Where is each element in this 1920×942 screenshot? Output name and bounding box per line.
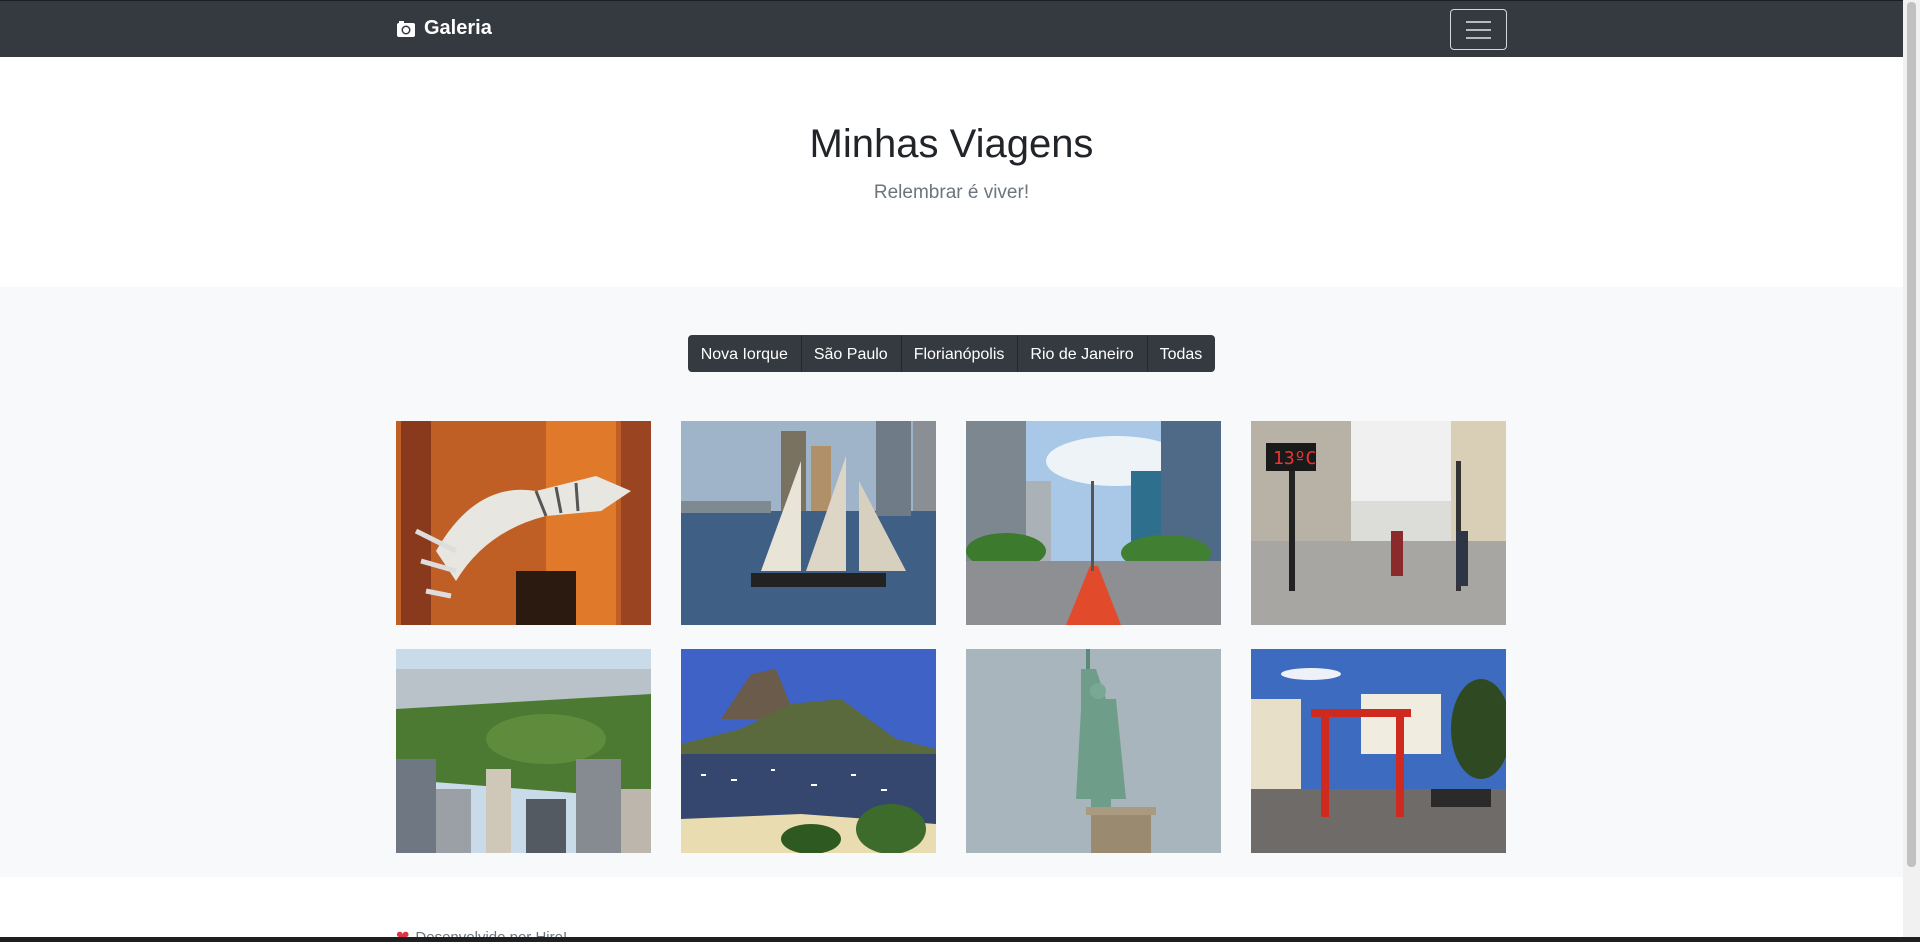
dinosaur-skeleton-photo[interactable] <box>396 421 651 625</box>
footer-text: Desenvolvido por Hiro! <box>415 928 568 938</box>
filter-rio-de-janeiro-button[interactable]: Rio de Janeiro <box>1017 335 1147 372</box>
brand-link[interactable]: Galeria <box>396 17 492 40</box>
hero: Minhas Viagens Relembrar é viver! <box>0 57 1903 287</box>
album: Nova Iorque São Paulo Florianópolis Rio … <box>0 287 1903 877</box>
filter-button-group: Nova Iorque São Paulo Florianópolis Rio … <box>0 335 1903 372</box>
filter-nova-iorque-button[interactable]: Nova Iorque <box>687 335 801 372</box>
central-park-photo[interactable] <box>396 649 651 853</box>
svg-text:13ºC: 13ºC <box>1273 448 1316 469</box>
page-title: Minhas Viagens <box>809 122 1094 166</box>
footer: ❤ Desenvolvido por Hiro! <box>0 877 1903 937</box>
heart-icon: ❤ <box>396 927 409 937</box>
brand-label: Galeria <box>424 17 492 39</box>
statue-of-liberty-photo[interactable] <box>966 649 1221 853</box>
navbar: Galeria <box>0 0 1903 57</box>
filter-florianopolis-button[interactable]: Florianópolis <box>900 335 1018 372</box>
camera-icon <box>397 20 415 37</box>
scrollbar[interactable] <box>1903 0 1920 937</box>
sailboat-photo[interactable] <box>681 421 936 625</box>
page-subtitle: Relembrar é viver! <box>873 182 1030 203</box>
street-thermometer-photo[interactable]: 13ºC <box>1251 421 1506 625</box>
navbar-toggler-button[interactable] <box>1450 9 1507 50</box>
avenue-bike-lane-photo[interactable] <box>966 421 1221 625</box>
hamburger-icon <box>1466 21 1491 23</box>
sugarloaf-mountain-photo[interactable] <box>681 649 936 853</box>
scrollbar-thumb[interactable] <box>1907 2 1916 867</box>
photo-grid: 13ºC <box>396 421 1508 853</box>
filter-todas-button[interactable]: Todas <box>1146 335 1216 372</box>
red-torii-street-photo[interactable] <box>1251 649 1506 853</box>
filter-sao-paulo-button[interactable]: São Paulo <box>800 335 901 372</box>
page: Galeria Minhas Viagens Relembrar é viver… <box>0 0 1903 937</box>
taskbar-edge <box>0 937 1920 942</box>
footer-credit: ❤ Desenvolvido por Hiro! <box>396 927 568 938</box>
